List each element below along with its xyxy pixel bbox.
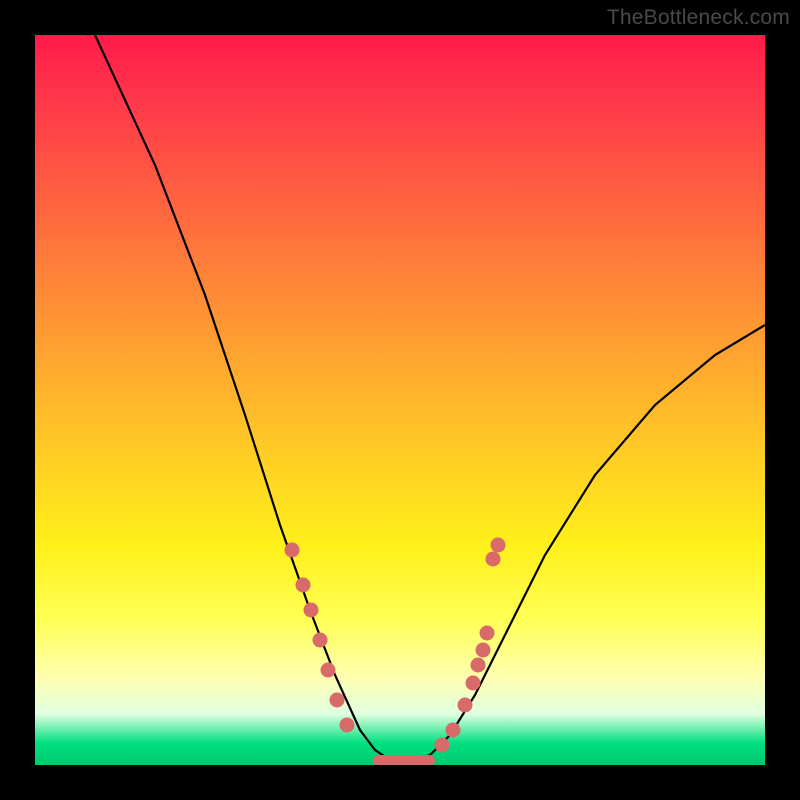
curve-dot xyxy=(486,552,501,567)
flat-bottom-segment xyxy=(373,755,435,765)
watermark-text: TheBottleneck.com xyxy=(607,6,790,30)
plot-area xyxy=(35,35,765,765)
bottleneck-curve-layer xyxy=(35,35,765,765)
curve-dots-group xyxy=(285,538,506,753)
curve-dot xyxy=(471,658,486,673)
chart-frame: TheBottleneck.com xyxy=(0,0,800,800)
curve-dot xyxy=(313,633,328,648)
bottleneck-curve xyxy=(95,35,765,761)
curve-dot xyxy=(340,718,355,733)
curve-dot xyxy=(304,603,319,618)
curve-dot xyxy=(480,626,495,641)
curve-dot xyxy=(458,698,473,713)
curve-dot xyxy=(491,538,506,553)
curve-dot xyxy=(296,578,311,593)
curve-dot xyxy=(446,723,461,738)
curve-dot xyxy=(466,676,481,691)
curve-dot xyxy=(321,663,336,678)
curve-dot xyxy=(285,543,300,558)
curve-dot xyxy=(476,643,491,658)
curve-dot xyxy=(330,693,345,708)
curve-dot xyxy=(435,738,450,753)
